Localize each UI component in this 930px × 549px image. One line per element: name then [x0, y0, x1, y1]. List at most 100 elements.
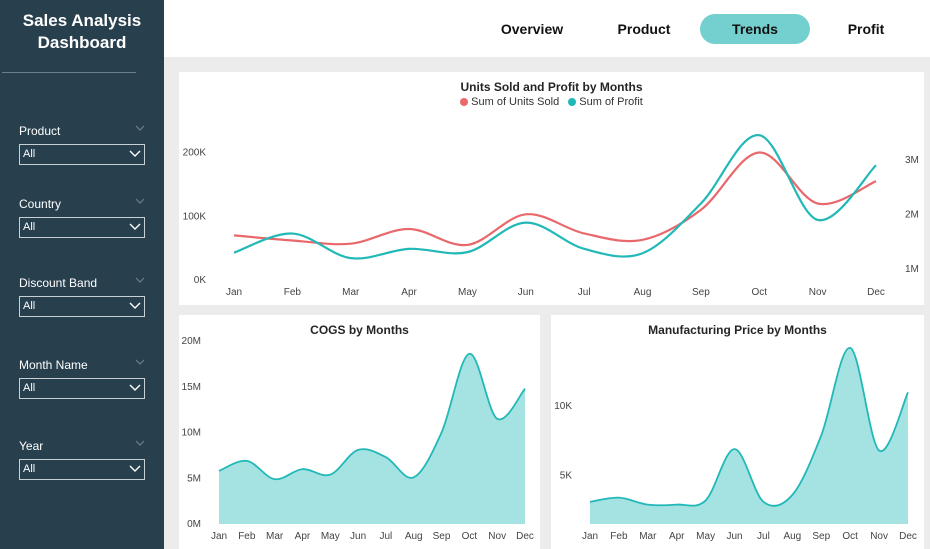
- manufacturing-price-chart: Jan Feb Mar Apr May Jun Jul Aug Sep Oct Nov Dec 5K 10…: [554, 347, 917, 542]
- country-dropdown[interactable]: All: [19, 217, 145, 238]
- y-tick-label: 20M: [182, 336, 201, 347]
- x-tick-label: Dec: [516, 531, 534, 542]
- x-tick-label: Dec: [899, 531, 917, 542]
- x-tick-label: Sep: [692, 287, 710, 298]
- x-tick-label: Jan: [582, 531, 598, 542]
- slicer-product: Product All: [19, 123, 145, 165]
- legend-label: Sum of Units Sold: [471, 96, 560, 108]
- y-left-tick-label: 200K: [183, 148, 207, 159]
- legend-label: Sum of Profit: [579, 96, 643, 108]
- x-tick-label: Sep: [812, 531, 830, 542]
- tab-overview[interactable]: Overview: [477, 14, 587, 44]
- dropdown-value: All: [23, 463, 36, 475]
- chevron-down-icon[interactable]: [135, 276, 145, 284]
- x-tick-label: May: [458, 287, 477, 298]
- slicer-country: Country All: [19, 196, 145, 238]
- x-tick-label: Jun: [726, 531, 742, 542]
- x-tick-label: Oct: [751, 287, 767, 298]
- series-line[interactable]: [233, 134, 877, 260]
- chevron-down-icon[interactable]: [135, 197, 145, 205]
- x-tick-label: Dec: [867, 287, 885, 298]
- tab-profit[interactable]: Profit: [811, 14, 921, 44]
- x-tick-label: Feb: [284, 287, 302, 298]
- slicer-label: Country: [19, 197, 62, 211]
- x-tick-label: Jul: [380, 531, 393, 542]
- x-tick-label: Feb: [610, 531, 628, 542]
- dropdown-value: All: [23, 148, 36, 160]
- x-tick-label: Sep: [433, 531, 451, 542]
- y-left-tick-label: 100K: [183, 211, 207, 222]
- y-tick-label: 0M: [187, 519, 201, 530]
- y-tick-label: 10K: [554, 401, 572, 412]
- y-right-tick-label: 3M: [905, 155, 919, 166]
- tab-product[interactable]: Product: [589, 14, 699, 44]
- x-tick-label: Mar: [266, 531, 284, 542]
- series-line[interactable]: [233, 151, 877, 247]
- legend-item-profit[interactable]: Sum of Profit: [568, 96, 643, 108]
- tab-trends[interactable]: Trends: [700, 14, 810, 44]
- x-tick-label: Apr: [295, 531, 311, 542]
- x-tick-label: Oct: [842, 531, 858, 542]
- slicer-label: Year: [19, 439, 44, 453]
- y-tick-label: 10M: [182, 428, 201, 439]
- y-tick-label: 5K: [560, 470, 573, 481]
- y-tick-label: 5M: [187, 473, 201, 484]
- x-tick-label: Mar: [342, 287, 360, 298]
- x-tick-label: Mar: [639, 531, 657, 542]
- legend-dot: [460, 98, 469, 107]
- chart-title: Units Sold and Profit by Months: [460, 80, 643, 94]
- cogs-chart-panel: Jan Feb Mar Apr May Jun Jul Aug Sep Oct Nov Dec 0M 5M…: [179, 315, 540, 549]
- manufacturing-price-chart-panel: Jan Feb Mar Apr May Jun Jul Aug Sep Oct Nov Dec 5K 10…: [551, 315, 924, 549]
- dropdown-arrow-icon: [129, 223, 141, 230]
- x-tick-label: Jun: [350, 531, 366, 542]
- y-left-tick-label: 0K: [194, 275, 207, 286]
- x-tick-label: Nov: [488, 531, 506, 542]
- chevron-down-icon[interactable]: [135, 124, 145, 132]
- slicer-year: Year All: [19, 438, 145, 480]
- slicer-label: Product: [19, 124, 61, 138]
- x-tick-label: May: [321, 531, 340, 542]
- dropdown-arrow-icon: [129, 302, 141, 309]
- slicer-label: Month Name: [19, 358, 88, 372]
- x-tick-label: Aug: [405, 531, 423, 542]
- dropdown-value: All: [23, 221, 36, 233]
- product-dropdown[interactable]: All: [19, 144, 145, 165]
- y-right-tick-label: 1M: [905, 264, 919, 275]
- sidebar-divider: [2, 72, 136, 73]
- y-tick-label: 15M: [182, 382, 201, 393]
- x-tick-label: Nov: [809, 287, 827, 298]
- x-tick-label: Oct: [462, 531, 478, 542]
- x-tick-label: Nov: [870, 531, 888, 542]
- x-tick-label: Jan: [226, 287, 242, 298]
- x-tick-label: Apr: [401, 287, 417, 298]
- x-tick-label: Jun: [518, 287, 534, 298]
- month-name-dropdown[interactable]: All: [19, 378, 145, 399]
- nav-bar: Overview Product Trends Profit: [164, 0, 930, 57]
- discount-band-dropdown[interactable]: All: [19, 296, 145, 317]
- x-tick-label: Feb: [238, 531, 256, 542]
- slicer-month-name: Month Name All: [19, 357, 145, 399]
- x-tick-label: Aug: [783, 531, 801, 542]
- dropdown-arrow-icon: [129, 150, 141, 157]
- dashboard-title: Sales Analysis Dashboard: [22, 11, 142, 52]
- x-tick-label: May: [696, 531, 715, 542]
- chart-title: Manufacturing Price by Months: [648, 323, 827, 337]
- cogs-chart: Jan Feb Mar Apr May Jun Jul Aug Sep Oct Nov Dec 0M 5M…: [182, 336, 534, 542]
- dropdown-arrow-icon: [129, 384, 141, 391]
- sidebar: Sales Analysis Dashboard Product All Cou…: [0, 0, 164, 549]
- year-dropdown[interactable]: All: [19, 459, 145, 480]
- x-tick-label: Aug: [634, 287, 652, 298]
- dropdown-value: All: [23, 382, 36, 394]
- chart-legend: Sum of Units Sold Sum of Profit: [179, 96, 924, 108]
- slicer-discount-band: Discount Band All: [19, 275, 145, 317]
- dropdown-arrow-icon: [129, 465, 141, 472]
- area-fill[interactable]: [219, 353, 525, 524]
- x-tick-label: Jan: [211, 531, 227, 542]
- chevron-down-icon[interactable]: [135, 358, 145, 366]
- x-tick-label: Jul: [578, 287, 591, 298]
- chevron-down-icon[interactable]: [135, 439, 145, 447]
- legend-item-units-sold[interactable]: Sum of Units Sold: [460, 96, 559, 108]
- y-right-tick-label: 2M: [905, 209, 919, 220]
- slicer-label: Discount Band: [19, 276, 98, 290]
- x-tick-label: Jul: [757, 531, 770, 542]
